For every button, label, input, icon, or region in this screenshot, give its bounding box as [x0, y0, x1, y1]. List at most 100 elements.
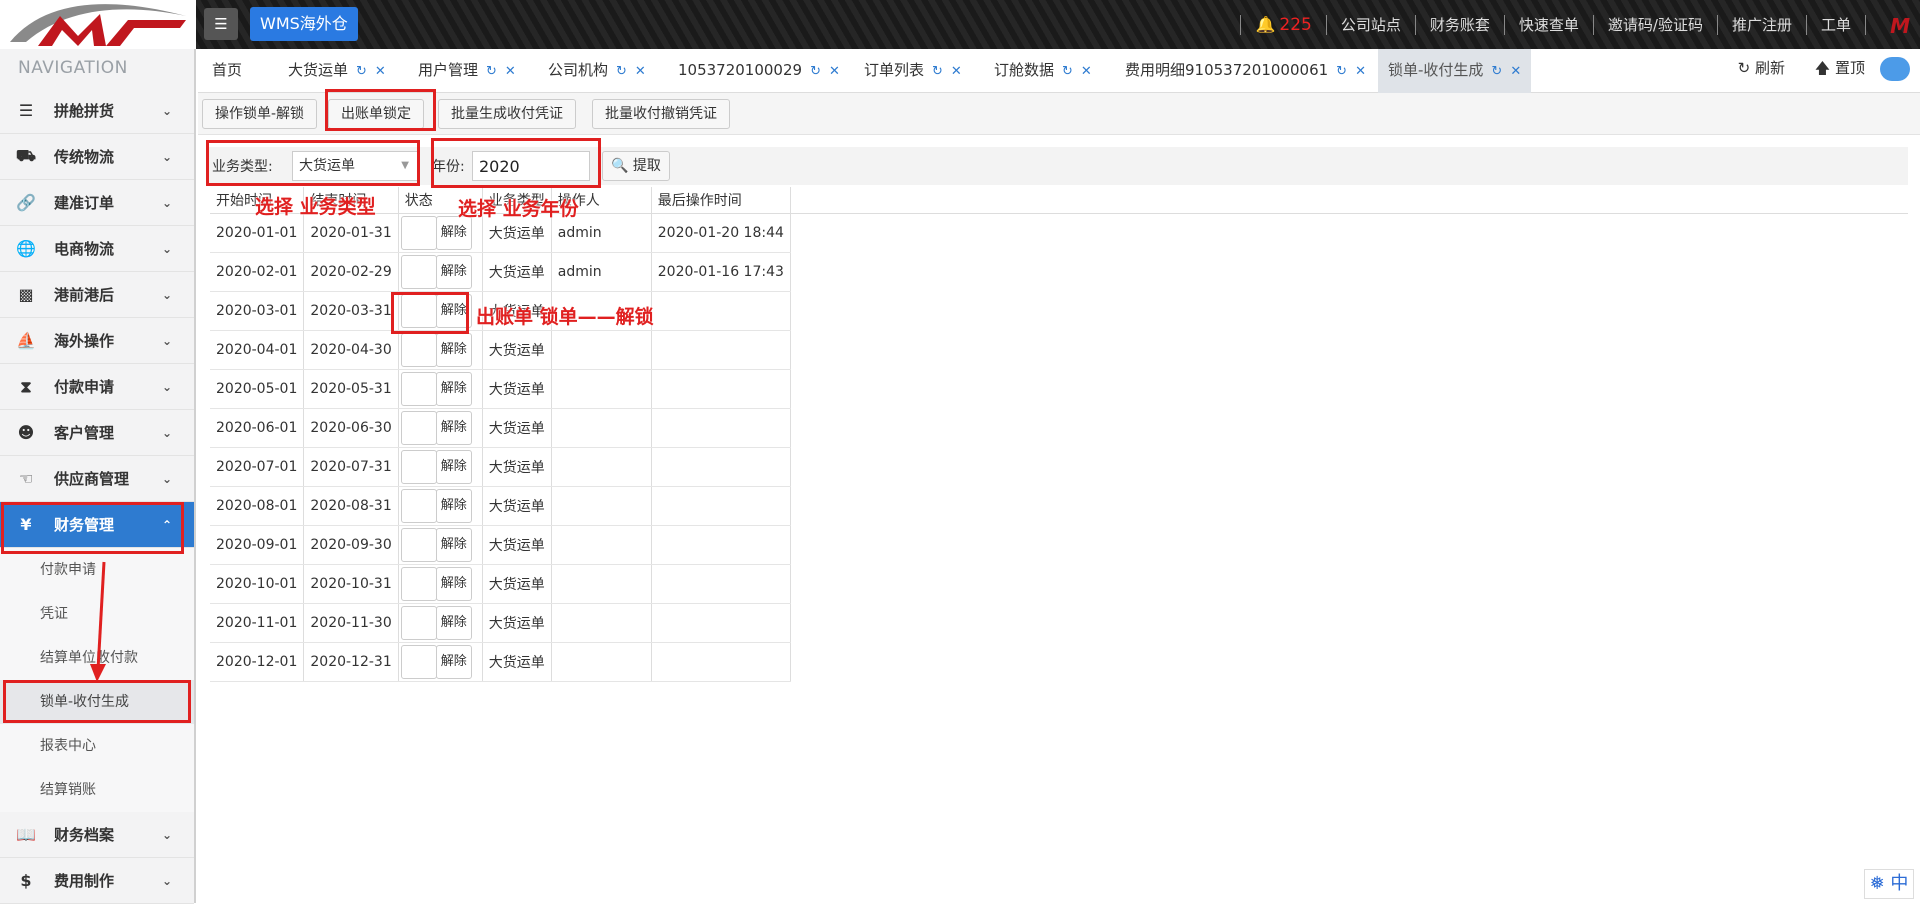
unlock-button[interactable]: 解除	[436, 411, 472, 445]
table-row[interactable]: 2020-08-012020-08-31解除大货运单	[210, 486, 790, 525]
user-logo-icon[interactable]: M	[1890, 14, 1910, 38]
unlock-button[interactable]: 解除	[436, 645, 472, 679]
tab-booking-data[interactable]: 订舱数据↻✕	[984, 49, 1102, 93]
status-checkbox[interactable]	[401, 294, 437, 328]
status-checkbox[interactable]	[401, 372, 437, 406]
subnav-voucher[interactable]: 凭证	[0, 592, 194, 636]
status-checkbox[interactable]	[401, 255, 437, 289]
close-icon[interactable]: ✕	[635, 64, 646, 79]
app-badge[interactable]: WMS海外仓	[250, 7, 358, 41]
table-row[interactable]: 2020-09-012020-09-30解除大货运单	[210, 525, 790, 564]
unlock-button[interactable]: 解除	[436, 294, 472, 328]
refresh-icon[interactable]: ↻	[810, 64, 821, 79]
close-icon[interactable]: ✕	[1081, 64, 1092, 79]
refresh-icon[interactable]: ↻	[1491, 64, 1502, 79]
table-row[interactable]: 2020-05-012020-05-31解除大货运单	[210, 369, 790, 408]
top-link-promo-register[interactable]: 推广注册	[1732, 14, 1792, 35]
table-row[interactable]: 2020-11-012020-11-30解除大货运单	[210, 603, 790, 642]
year-input[interactable]	[472, 151, 590, 181]
status-checkbox[interactable]	[401, 606, 437, 640]
tab-order-list[interactable]: 订单列表 ↻ ✕	[854, 49, 972, 93]
fetch-button[interactable]: 🔍 提取	[602, 151, 670, 181]
sidebar-item-customers[interactable]: ☻ 客户管理 ⌄	[0, 410, 194, 456]
tab-home[interactable]: 首页	[202, 49, 252, 93]
tab-user-management[interactable]: 用户管理↻✕	[408, 49, 526, 93]
tab-company-org[interactable]: 公司机构↻✕	[538, 49, 656, 93]
top-link-company-site[interactable]: 公司站点	[1341, 14, 1401, 35]
unlock-button[interactable]: 解除	[436, 567, 472, 601]
pin-top-button[interactable]: 🡅 置顶	[1815, 49, 1865, 87]
ime-indicator[interactable]: ❅ 中	[1864, 869, 1914, 899]
table-row[interactable]: 2020-06-012020-06-30解除大货运单	[210, 408, 790, 447]
unlock-button[interactable]: 解除	[436, 372, 472, 406]
business-type-select[interactable]: 大货运单 ▼	[292, 151, 418, 181]
top-link-quick-search[interactable]: 快速查单	[1519, 14, 1579, 35]
menu-toggle-button[interactable]: ☰	[204, 8, 238, 40]
notification-button[interactable]: 🔔225	[1255, 15, 1311, 35]
batch-revoke-voucher-button[interactable]: 批量收付撤销凭证	[592, 99, 730, 129]
unlock-button[interactable]: 解除	[436, 255, 472, 289]
status-checkbox[interactable]	[401, 567, 437, 601]
status-checkbox[interactable]	[401, 450, 437, 484]
status-checkbox[interactable]	[401, 333, 437, 367]
subnav-settlement-writeoff[interactable]: 结算销账	[0, 768, 194, 812]
close-icon[interactable]: ✕	[1510, 64, 1521, 79]
sidebar-item-port[interactable]: ▩ 港前港后 ⌄	[0, 272, 194, 318]
refresh-icon[interactable]: ↻	[356, 64, 367, 79]
sidebar-item-traditional-logistics[interactable]: ⛟ 传统物流 ⌄	[0, 134, 194, 180]
sidebar-item-payment-request[interactable]: ⧗ 付款申请 ⌄	[0, 364, 194, 410]
close-icon[interactable]: ✕	[505, 64, 516, 79]
status-checkbox[interactable]	[401, 489, 437, 523]
table-row[interactable]: 2020-12-012020-12-31解除大货运单	[210, 642, 790, 681]
bill-lock-button[interactable]: 出账单锁定	[328, 99, 424, 129]
sidebar-item-finance-archive[interactable]: 📖 财务档案 ⌄	[0, 812, 194, 858]
unlock-button[interactable]: 解除	[436, 528, 472, 562]
sidebar-item-fee-creation[interactable]: $ 费用制作 ⌄	[0, 858, 194, 904]
status-checkbox[interactable]	[401, 216, 437, 250]
sidebar-item-suppliers[interactable]: ☜ 供应商管理 ⌄	[0, 456, 194, 502]
chat-bot-icon[interactable]	[1880, 57, 1910, 81]
subnav-report-center[interactable]: 报表中心	[0, 724, 194, 768]
table-row[interactable]: 2020-02-012020-02-29解除大货运单admin2020-01-1…	[210, 252, 790, 291]
refresh-icon[interactable]: ↻	[1336, 64, 1347, 79]
close-icon[interactable]: ✕	[951, 64, 962, 79]
close-icon[interactable]: ✕	[1355, 64, 1366, 79]
table-row[interactable]: 2020-10-012020-10-31解除大货运单	[210, 564, 790, 603]
unlock-button[interactable]: 解除	[436, 489, 472, 523]
top-link-invite-code[interactable]: 邀请码/验证码	[1608, 14, 1703, 35]
status-checkbox[interactable]	[401, 411, 437, 445]
tab-bulk-waybill[interactable]: 大货运单↻✕	[278, 49, 396, 93]
sidebar-item-finance[interactable]: ¥ 财务管理 ⌃	[0, 502, 194, 548]
table-row[interactable]: 2020-07-012020-07-31解除大货运单	[210, 447, 790, 486]
status-checkbox[interactable]	[401, 645, 437, 679]
unlock-button[interactable]: 解除	[436, 450, 472, 484]
refresh-icon[interactable]: ↻	[932, 64, 943, 79]
tab-record[interactable]: 1053720100029↻✕	[668, 49, 850, 93]
unlock-button[interactable]: 解除	[436, 606, 472, 640]
subnav-lock-receipt[interactable]: 锁单-收付生成	[0, 680, 194, 724]
sidebar-item-orders[interactable]: 🔗 建准订单 ⌄	[0, 180, 194, 226]
batch-generate-voucher-button[interactable]: 批量生成收付凭证	[438, 99, 576, 129]
tab-fee-detail[interactable]: 费用明细910537201000061↻✕	[1115, 49, 1376, 93]
status-checkbox[interactable]	[401, 528, 437, 562]
close-icon[interactable]: ✕	[829, 64, 840, 79]
refresh-icon[interactable]: ↻	[1062, 64, 1073, 79]
top-link-finance-account[interactable]: 财务账套	[1430, 14, 1490, 35]
sidebar-item-ecommerce-logistics[interactable]: 🌐 电商物流 ⌄	[0, 226, 194, 272]
col-header-last-time[interactable]: 最后操作时间	[651, 187, 790, 213]
logo[interactable]	[0, 0, 196, 49]
unlock-button[interactable]: 解除	[436, 333, 472, 367]
sidebar-item-consolidation[interactable]: ☰ 拼舱拼货 ⌄	[0, 88, 194, 134]
refresh-icon[interactable]: ↻	[616, 64, 627, 79]
tab-lock-receipt[interactable]: 锁单-收付生成↻✕	[1378, 49, 1531, 93]
op-lock-unlock-button[interactable]: 操作锁单-解锁	[202, 99, 317, 129]
table-row[interactable]: 2020-04-012020-04-30解除大货运单	[210, 330, 790, 369]
close-icon[interactable]: ✕	[375, 64, 386, 79]
sidebar-item-overseas-ops[interactable]: ⛵ 海外操作 ⌄	[0, 318, 194, 364]
tab-label: 订单列表	[864, 61, 924, 79]
subnav-payment-request[interactable]: 付款申请	[0, 548, 194, 592]
refresh-button[interactable]: ↻ 刷新	[1738, 49, 1785, 87]
refresh-icon[interactable]: ↻	[486, 64, 497, 79]
subnav-settlement[interactable]: 结算单位收付款	[0, 636, 194, 680]
top-link-work-order[interactable]: 工单	[1821, 14, 1851, 35]
